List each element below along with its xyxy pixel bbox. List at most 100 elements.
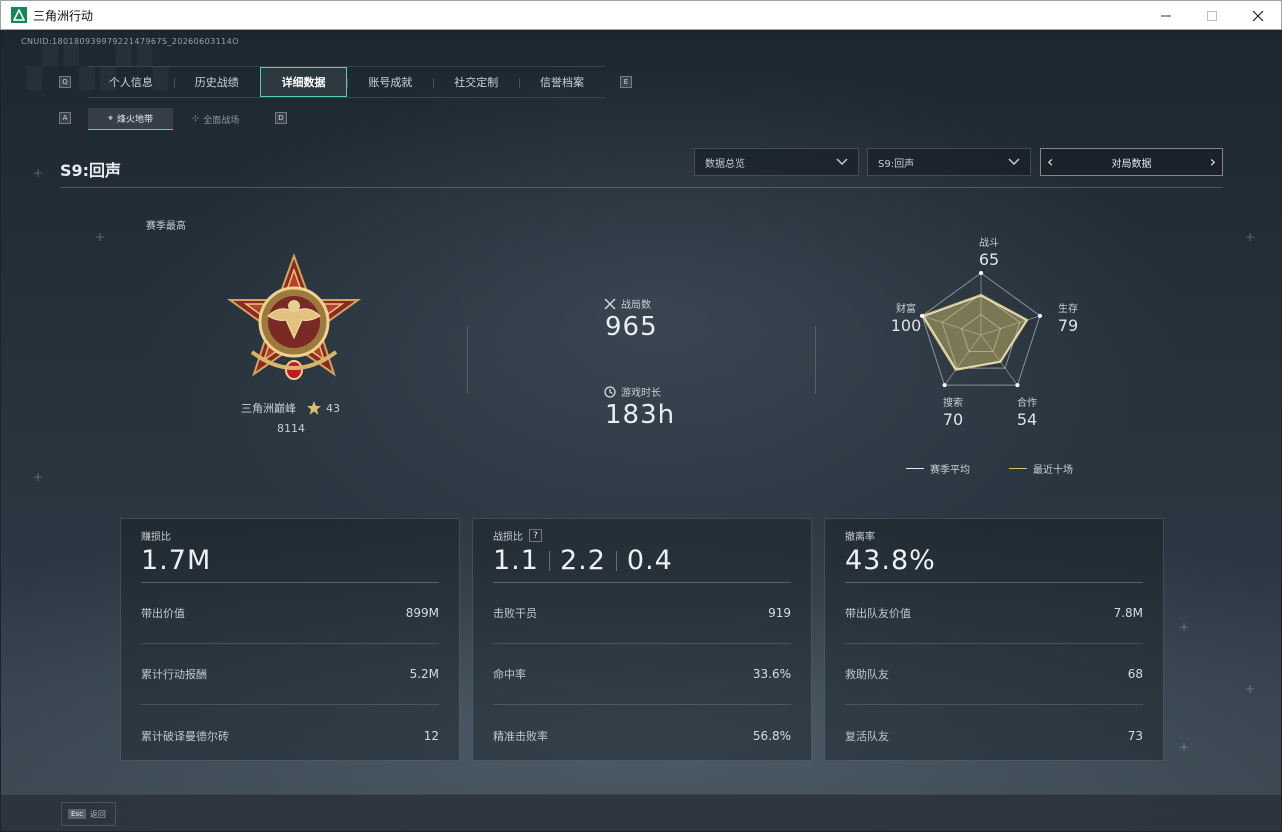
row-value: 73: [1127, 728, 1143, 743]
row-value: 56.8%: [752, 728, 791, 743]
minimize-icon: [1161, 15, 1171, 17]
card-big-value: 1.7M: [141, 545, 212, 576]
radar-axis-label: 合作: [1017, 398, 1037, 409]
decor-plus-icon: +: [1179, 620, 1190, 634]
tab-hazard-zone[interactable]: ⌖ 烽火地带: [88, 108, 173, 130]
decor-plus-icon: +: [1245, 682, 1256, 696]
bottom-bar: Esc 返回: [1, 794, 1281, 831]
radar-axis-label: 生存: [1058, 304, 1078, 315]
row-label: 带出队友价值: [845, 607, 911, 620]
card-label: 战损比: [493, 532, 523, 543]
next-subtab-key[interactable]: D: [275, 112, 287, 124]
radar-axis-search: 搜索 70: [928, 394, 978, 429]
radar-axis-value: 70: [942, 410, 964, 429]
kd-ratio-card: 战损比 ? 1.1 2.2 0.4 击败干员 919 命中率 33.6% 精准击败率…: [472, 518, 812, 761]
value-separator: [548, 550, 550, 571]
prev-tab-key[interactable]: Q: [59, 76, 71, 88]
value-separator: [615, 550, 617, 571]
crossed-swords-icon: [604, 298, 616, 309]
chevron-down-icon: [836, 158, 848, 166]
clock-icon: [604, 385, 616, 398]
back-button[interactable]: Esc 返回: [61, 802, 116, 826]
flame-icon: ⌖: [107, 113, 114, 124]
chevron-right-icon[interactable]: ›: [1210, 154, 1216, 170]
legend-recent-ten: 最近十场: [1009, 461, 1073, 476]
card-label-row: 战损比 ?: [493, 528, 791, 543]
page-title: S9:回声: [60, 161, 122, 180]
radar-axis-wealth: 财富 100: [881, 300, 931, 335]
prev-subtab-key[interactable]: A: [59, 112, 71, 124]
legend-season-average: 赛季平均: [906, 461, 970, 476]
row-value: 68: [1127, 667, 1143, 681]
battlefield-icon: ⊹: [191, 114, 200, 124]
decor-plus-icon: +: [33, 166, 44, 180]
section-divider: [467, 326, 468, 394]
row-label: 精准击败率: [493, 729, 548, 743]
card-row: 命中率 33.6%: [493, 644, 791, 705]
row-label: 复活队友: [845, 729, 889, 743]
card-row: 累计行动报酬 5.2M: [141, 644, 439, 705]
radar-axis-label: 搜索: [943, 398, 963, 409]
decor-plus-icon: +: [33, 470, 44, 484]
chevron-left-icon[interactable]: ‹: [1047, 154, 1053, 170]
row-value: 7.8M: [1113, 606, 1143, 620]
radar-axis-teamwork: 合作 54: [1002, 394, 1052, 429]
profit-loss-card: 赚损比 1.7M 带出价值 899M 累计行动报酬 5.2M 累计破译曼德尔砖 12: [120, 518, 460, 761]
tab-full-battlefield[interactable]: ⊹ 全面战场: [173, 108, 258, 130]
rank-name-row: 三角洲巅峰 43: [241, 400, 340, 416]
tab-hazard-zone-label: 烽火地带: [117, 115, 154, 125]
matches-value: 965: [605, 312, 658, 342]
maximize-icon: [1207, 11, 1217, 21]
extraction-rate-card: 撤离率 43.8% 带出队友价值 7.8M 救助队友 68 复活队友 73: [824, 518, 1164, 761]
tab-achievements[interactable]: 账号成就: [347, 67, 433, 97]
game-viewport: ▞▚▞▚ CNUID:18018093997922147967S_2026060…: [1, 30, 1281, 831]
legend-season-label: 赛季平均: [930, 465, 970, 476]
rank-badge-icon: [218, 252, 370, 400]
next-tab-key[interactable]: E: [620, 76, 632, 88]
maximize-button[interactable]: [1189, 1, 1235, 31]
star-icon: [307, 401, 321, 415]
decor-plus-icon: +: [1179, 740, 1190, 754]
cnuid-label: CNUID:18018093997922147967S_20260603114O: [21, 37, 239, 46]
chevron-down-icon: [1008, 158, 1020, 166]
season-dropdown[interactable]: S9:回声: [867, 148, 1031, 176]
legend-recent-label: 最近十场: [1033, 465, 1073, 476]
playtime-label: 游戏时长: [621, 388, 661, 399]
radar-axis-label: 战斗: [979, 238, 999, 249]
close-button[interactable]: [1235, 1, 1281, 31]
esc-key: Esc: [68, 809, 86, 819]
tab-credit[interactable]: 信誉档案: [519, 67, 605, 97]
row-label: 命中率: [493, 668, 526, 681]
tab-personal-info[interactable]: 个人信息: [88, 67, 174, 97]
back-label: 返回: [89, 809, 106, 819]
tab-detailed-data[interactable]: 详细数据: [259, 67, 348, 97]
rank-name: 三角洲巅峰: [241, 402, 296, 415]
card-label: 撤离率: [845, 532, 875, 543]
window-title: 三角洲行动: [33, 8, 94, 23]
tab-history[interactable]: 历史战绩: [173, 67, 260, 97]
mode-dropdown[interactable]: 数据总览: [694, 148, 859, 176]
tab-social[interactable]: 社交定制: [433, 67, 519, 97]
radar-axis-value: 79: [1057, 316, 1079, 335]
pager-label: 对局数据: [1111, 158, 1152, 170]
radar-axis-label: 财富: [896, 304, 916, 315]
main-tabs: 个人信息 历史战绩 详细数据 账号成就 社交定制 信誉档案: [88, 66, 605, 98]
section-divider: [815, 326, 816, 394]
help-icon[interactable]: ?: [529, 529, 542, 542]
card-row: 救助队友 68: [845, 644, 1143, 705]
app-logo-icon: [11, 7, 27, 23]
season-dropdown-value: S9:回声: [878, 158, 915, 170]
card-big-value: 43.8%: [845, 545, 936, 576]
season-best-label: 赛季最高: [146, 221, 186, 232]
row-label: 带出价值: [141, 607, 185, 620]
mode-dropdown-value: 数据总览: [705, 158, 745, 170]
minimize-button[interactable]: [1143, 1, 1189, 31]
tab-full-battlefield-label: 全面战场: [203, 115, 240, 126]
row-label: 累计破译曼德尔砖: [141, 729, 229, 743]
mode-tabs: ⌖ 烽火地带 ⊹ 全面战场: [88, 108, 258, 130]
radar-axis-value: 54: [1016, 410, 1038, 429]
row-label: 累计行动报酬: [141, 668, 207, 681]
row-label: 击败干员: [493, 607, 537, 620]
radar-axis-survival: 生存 79: [1043, 300, 1093, 335]
data-pager: ‹ 对局数据 ›: [1040, 148, 1223, 176]
